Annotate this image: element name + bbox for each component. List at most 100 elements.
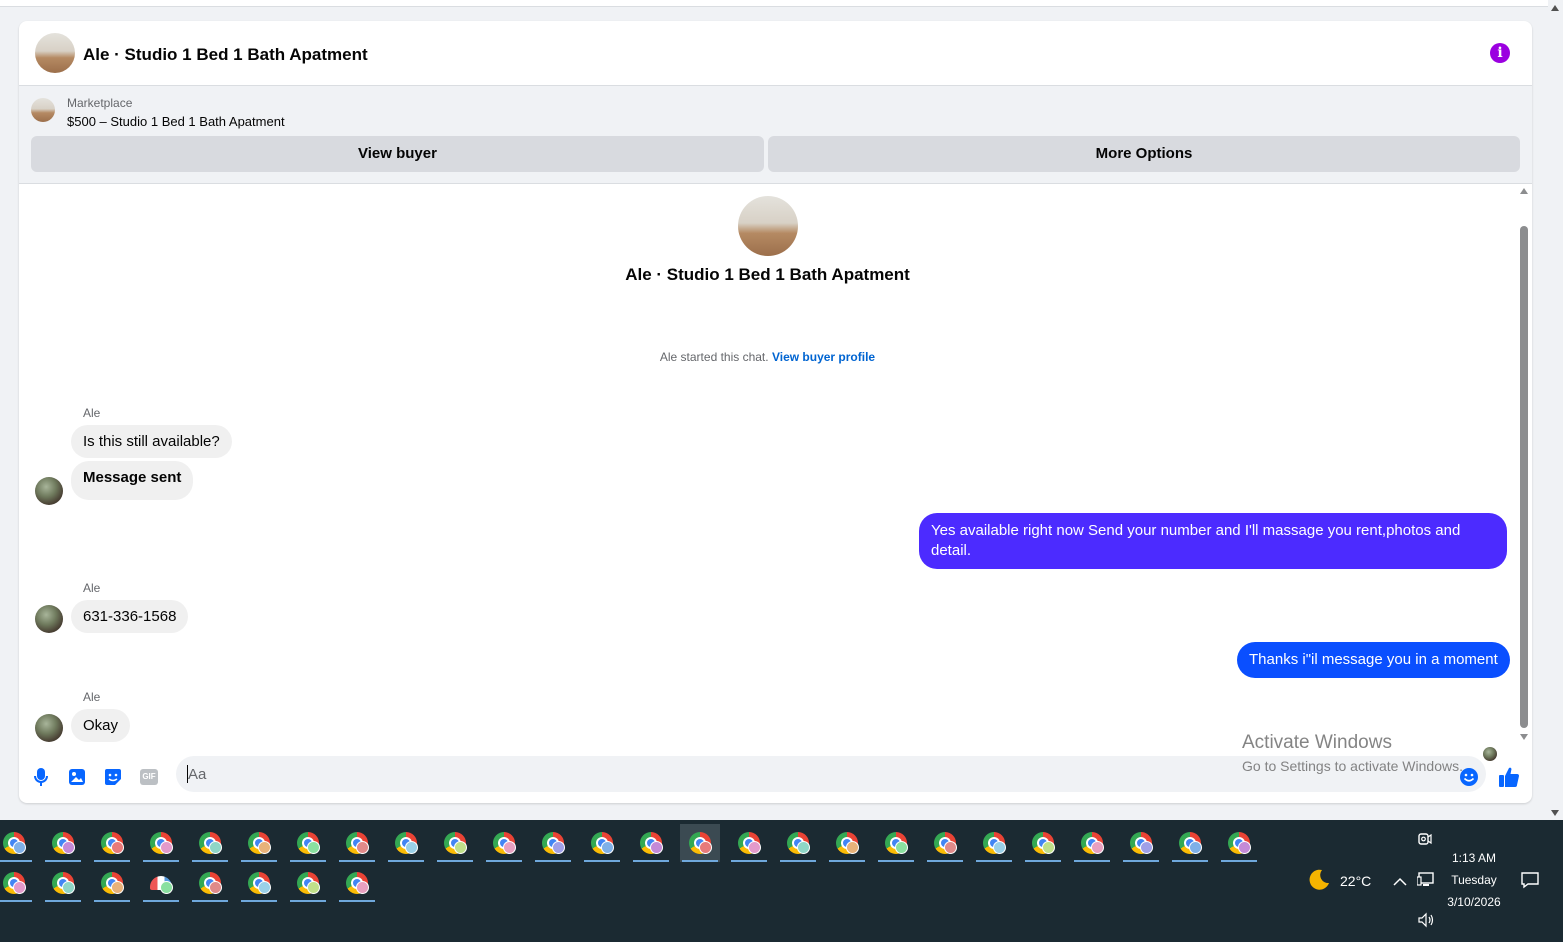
volume-icon[interactable] [1417, 912, 1435, 931]
taskbar-browser-window[interactable] [288, 864, 328, 902]
taskbar-browser-window[interactable] [190, 864, 230, 902]
running-indicator [94, 860, 130, 862]
taskbar-browser-window[interactable] [876, 824, 916, 862]
taskbar-browser-window[interactable] [288, 824, 328, 862]
taskbar-date[interactable]: 3/10/2026 [1440, 895, 1508, 909]
profile-badge-icon [993, 841, 1006, 854]
running-indicator [829, 860, 865, 862]
taskbar-browser-window[interactable] [141, 824, 181, 862]
taskbar-browser-window[interactable] [337, 824, 377, 862]
incoming-message[interactable]: Is this still available? [71, 425, 232, 458]
photo-icon[interactable] [65, 765, 89, 789]
sender-avatar[interactable] [35, 605, 63, 633]
incoming-message[interactable]: Okay [71, 709, 131, 742]
taskbar-browser-window[interactable] [533, 824, 573, 862]
taskbar-browser-window[interactable] [0, 864, 34, 902]
taskbar-browser-window[interactable] [92, 864, 132, 902]
taskbar-browser-window[interactable] [239, 864, 279, 902]
running-indicator [192, 900, 228, 902]
taskbar-browser-window[interactable] [680, 824, 720, 862]
scroll-up-arrow-icon[interactable] [1551, 5, 1559, 11]
scroll-down-arrow-icon[interactable] [1551, 810, 1559, 816]
taskbar-browser-window[interactable] [1023, 824, 1063, 862]
more-options-button[interactable]: More Options [768, 136, 1520, 172]
taskbar-browser-window[interactable] [1072, 824, 1112, 862]
profile-badge-icon [748, 841, 761, 854]
profile-badge-icon [846, 841, 859, 854]
taskbar-browser-window[interactable] [925, 824, 965, 862]
chat-started-text: Ale started this chat. [659, 350, 769, 364]
profile-badge-icon [307, 881, 320, 894]
running-indicator [241, 900, 277, 902]
gif-icon[interactable]: GIF [137, 765, 161, 789]
weather-temperature[interactable]: 22°C [1340, 873, 1371, 889]
browser-top-edge [0, 0, 1548, 7]
running-indicator [1123, 860, 1159, 862]
profile-badge-icon [699, 841, 712, 854]
profile-badge-icon [209, 881, 222, 894]
thread-scroll-up-icon[interactable] [1520, 188, 1528, 194]
taskbar-browser-window[interactable] [484, 824, 524, 862]
thread-scroll-down-icon[interactable] [1520, 734, 1528, 740]
chevron-up-icon[interactable] [1393, 875, 1407, 890]
taskbar-browser-window[interactable] [1219, 824, 1259, 862]
taskbar-day[interactable]: Tuesday [1440, 873, 1508, 887]
chat-started-notice: Ale started this chat. View buyer profil… [19, 350, 1516, 364]
sender-avatar[interactable] [35, 714, 63, 742]
taskbar-browser-window[interactable] [827, 824, 867, 862]
conversation-header: Ale · Studio 1 Bed 1 Bath Apatment i [19, 21, 1532, 86]
thread-scrollbar[interactable] [1518, 188, 1528, 740]
running-indicator [192, 860, 228, 862]
taskbar-browser-window[interactable] [778, 824, 818, 862]
taskbar-browser-window[interactable] [974, 824, 1014, 862]
taskbar-browser-window[interactable] [337, 864, 377, 902]
running-indicator [780, 860, 816, 862]
running-indicator [45, 860, 81, 862]
profile-badge-icon [258, 841, 271, 854]
taskbar-browser-window[interactable] [141, 864, 181, 902]
incoming-message[interactable]: 631-336-1568 [71, 600, 189, 633]
listing-avatar[interactable] [35, 33, 75, 73]
view-buyer-button[interactable]: View buyer [31, 136, 764, 172]
profile-badge-icon [160, 881, 173, 894]
moon-icon[interactable] [1307, 868, 1331, 895]
incoming-message[interactable]: Message sent [71, 461, 194, 500]
view-buyer-profile-link[interactable]: View buyer profile [772, 350, 875, 364]
taskbar-browser-window[interactable] [582, 824, 622, 862]
message-input[interactable]: Aa [176, 756, 1486, 792]
thread-scroll-thumb[interactable] [1520, 226, 1528, 728]
info-icon[interactable]: i [1490, 43, 1510, 63]
microphone-icon[interactable] [29, 765, 53, 789]
taskbar-browser-window[interactable] [1121, 824, 1161, 862]
taskbar-browser-window[interactable] [631, 824, 671, 862]
conversation-panel: Ale · Studio 1 Bed 1 Bath Apatment i Mar… [19, 21, 1532, 803]
taskbar-browser-window[interactable] [435, 824, 475, 862]
taskbar-browser-window[interactable] [0, 824, 34, 862]
listing-title[interactable]: $500 – Studio 1 Bed 1 Bath Apatment [67, 114, 285, 129]
outgoing-message[interactable]: Thanks i"il message you in a moment [1237, 642, 1510, 678]
listing-thumbnail[interactable] [31, 98, 55, 122]
emoji-icon[interactable] [1457, 765, 1481, 789]
notifications-icon[interactable] [1520, 871, 1540, 892]
taskbar-browser-window[interactable] [43, 824, 83, 862]
sticker-icon[interactable] [101, 765, 125, 789]
taskbar-browser-window[interactable] [92, 824, 132, 862]
taskbar-browser-window[interactable] [1170, 824, 1210, 862]
taskbar-browser-window[interactable] [190, 824, 230, 862]
network-icon[interactable] [1416, 872, 1435, 891]
taskbar-time[interactable]: 1:13 AM [1440, 851, 1508, 865]
outgoing-message[interactable]: Yes available right now Send your number… [919, 513, 1507, 569]
taskbar-browser-window[interactable] [729, 824, 769, 862]
taskbar-browser-window[interactable] [386, 824, 426, 862]
thumbs-up-icon[interactable] [1497, 765, 1521, 789]
thread-avatar[interactable] [738, 196, 798, 256]
meet-now-icon[interactable] [1418, 832, 1432, 849]
message-thread[interactable]: Ale · Studio 1 Bed 1 Bath Apatment Ale s… [19, 184, 1532, 761]
taskbar-browser-window[interactable] [239, 824, 279, 862]
profile-badge-icon [797, 841, 810, 854]
running-indicator [0, 900, 32, 902]
sender-avatar[interactable] [35, 477, 63, 505]
conversation-title[interactable]: Ale · Studio 1 Bed 1 Bath Apatment [83, 45, 368, 65]
taskbar-browser-window[interactable] [43, 864, 83, 902]
page-scrollbar[interactable] [1548, 0, 1563, 820]
